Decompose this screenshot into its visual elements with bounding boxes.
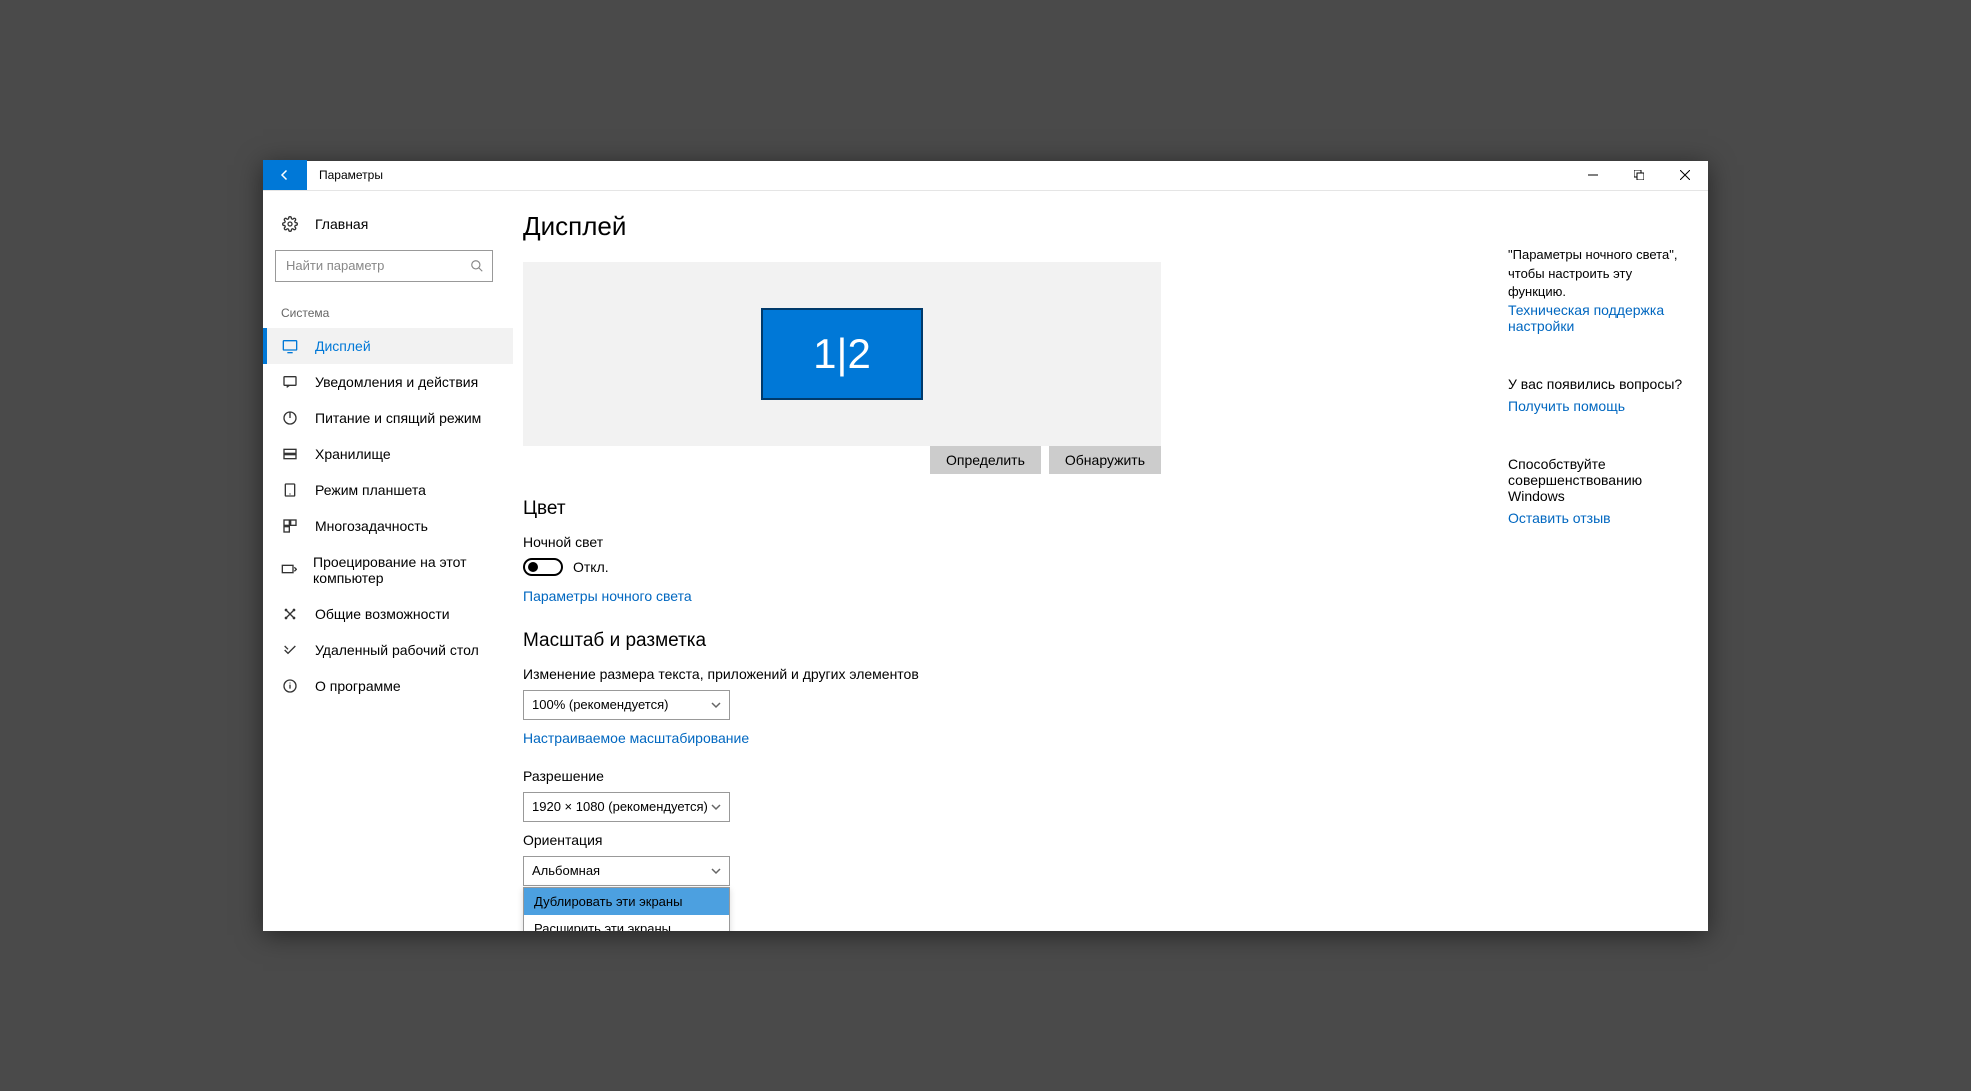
feedback-link[interactable]: Оставить отзыв bbox=[1508, 510, 1611, 526]
multi-option[interactable]: Дублировать эти экраны bbox=[524, 888, 729, 915]
power-icon bbox=[281, 410, 299, 426]
detect-button[interactable]: Обнаружить bbox=[1049, 446, 1161, 474]
minimize-button[interactable] bbox=[1570, 160, 1616, 190]
search-icon bbox=[470, 259, 484, 273]
close-button[interactable] bbox=[1662, 160, 1708, 190]
night-light-toggle-row: Откл. bbox=[523, 558, 1478, 576]
monitor-label: 1|2 bbox=[813, 330, 871, 378]
chevron-down-icon bbox=[711, 802, 721, 812]
custom-scale-link[interactable]: Настраиваемое масштабирование bbox=[523, 730, 749, 746]
resolution-label: Разрешение bbox=[523, 768, 1478, 784]
tablet-icon bbox=[281, 482, 299, 498]
search-wrap bbox=[263, 242, 513, 296]
sidebar-item-label: Общие возможности bbox=[315, 606, 450, 622]
sidebar-item-label: Хранилище bbox=[315, 446, 391, 462]
section-title: Система bbox=[263, 296, 513, 328]
monitor-icon bbox=[281, 338, 299, 354]
night-light-state: Откл. bbox=[573, 559, 609, 575]
orientation-value: Альбомная bbox=[532, 863, 600, 878]
multi-option[interactable]: Расширить эти экраны bbox=[524, 915, 729, 931]
project-icon bbox=[281, 562, 297, 578]
display-buttons-row: Определить Обнаружить bbox=[523, 446, 1161, 474]
sidebar-item-label: Проецирование на этот компьютер bbox=[313, 554, 495, 586]
settings-window: Параметры Главная bbox=[263, 161, 1708, 931]
sidebar: Главная Система Дисплей Уведомления и де… bbox=[263, 191, 513, 931]
storage-icon bbox=[281, 446, 299, 462]
sidebar-item-projecting[interactable]: Проецирование на этот компьютер bbox=[263, 544, 513, 596]
right-pane: "Параметры ночного света", чтобы настрои… bbox=[1508, 191, 1708, 931]
window-title: Параметры bbox=[319, 168, 383, 182]
body: Главная Система Дисплей Уведомления и де… bbox=[263, 191, 1708, 931]
sidebar-item-label: Многозадачность bbox=[315, 518, 428, 534]
hint-text: чтобы настроить эту функцию. bbox=[1508, 265, 1688, 300]
hint-text: "Параметры ночного света", bbox=[1508, 246, 1688, 264]
resolution-value: 1920 × 1080 (рекомендуется) bbox=[532, 799, 708, 814]
sidebar-item-label: О программе bbox=[315, 678, 401, 694]
sidebar-item-label: Уведомления и действия bbox=[315, 374, 478, 390]
page-title: Дисплей bbox=[523, 211, 1478, 242]
chat-icon bbox=[281, 374, 299, 390]
scale-label: Изменение размера текста, приложений и д… bbox=[523, 666, 1478, 682]
display-arrangement-area[interactable]: 1|2 bbox=[523, 262, 1161, 446]
titlebar: Параметры bbox=[263, 161, 1708, 191]
maximize-icon bbox=[1634, 170, 1644, 180]
resolution-dropdown[interactable]: 1920 × 1080 (рекомендуется) bbox=[523, 792, 730, 822]
scale-value: 100% (рекомендуется) bbox=[532, 697, 668, 712]
info-icon bbox=[281, 678, 299, 694]
sidebar-item-about[interactable]: О программе bbox=[263, 668, 513, 704]
minimize-icon bbox=[1588, 170, 1598, 180]
sidebar-item-remote[interactable]: Удаленный рабочий стол bbox=[263, 632, 513, 668]
chevron-down-icon bbox=[711, 700, 721, 710]
sidebar-item-display[interactable]: Дисплей bbox=[263, 328, 513, 364]
sidebar-item-shared[interactable]: Общие возможности bbox=[263, 596, 513, 632]
night-light-label: Ночной свет bbox=[523, 534, 1478, 550]
search-input[interactable] bbox=[276, 251, 492, 281]
sidebar-item-multitasking[interactable]: Многозадачность bbox=[263, 508, 513, 544]
identify-button[interactable]: Определить bbox=[930, 446, 1041, 474]
get-help-link[interactable]: Получить помощь bbox=[1508, 398, 1625, 414]
toggle-knob bbox=[528, 562, 538, 572]
arrow-left-icon bbox=[276, 166, 294, 184]
sidebar-item-label: Дисплей bbox=[315, 338, 371, 354]
multitask-icon bbox=[281, 518, 299, 534]
monitor-tile[interactable]: 1|2 bbox=[761, 308, 923, 400]
share-icon bbox=[281, 606, 299, 622]
sidebar-item-storage[interactable]: Хранилище bbox=[263, 436, 513, 472]
scale-heading: Масштаб и разметка bbox=[523, 630, 1478, 652]
home-label: Главная bbox=[315, 216, 368, 232]
color-heading: Цвет bbox=[523, 498, 1478, 520]
maximize-button[interactable] bbox=[1616, 160, 1662, 190]
chevron-down-icon bbox=[711, 866, 721, 876]
scale-dropdown[interactable]: 100% (рекомендуется) bbox=[523, 690, 730, 720]
back-button[interactable] bbox=[263, 160, 307, 190]
orientation-dropdown[interactable]: Альбомная bbox=[523, 856, 730, 886]
multiple-displays-dropdown-open[interactable]: Дублировать эти экраны Расширить эти экр… bbox=[523, 887, 730, 931]
gear-icon bbox=[281, 216, 299, 232]
home-button[interactable]: Главная bbox=[263, 206, 513, 242]
night-light-toggle[interactable] bbox=[523, 558, 563, 576]
sidebar-item-power[interactable]: Питание и спящий режим bbox=[263, 400, 513, 436]
improve-heading: Способствуйте совершенствованию Windows bbox=[1508, 456, 1688, 504]
main-content: Дисплей 1|2 Определить Обнаружить Цвет Н… bbox=[513, 191, 1508, 931]
sidebar-item-label: Удаленный рабочий стол bbox=[315, 642, 479, 658]
questions-heading: У вас появились вопросы? bbox=[1508, 376, 1688, 392]
sidebar-item-label: Питание и спящий режим bbox=[315, 410, 481, 426]
sidebar-item-label: Режим планшета bbox=[315, 482, 426, 498]
window-controls bbox=[1570, 160, 1708, 190]
orientation-label: Ориентация bbox=[523, 832, 1478, 848]
search-box[interactable] bbox=[275, 250, 493, 282]
remote-icon bbox=[281, 642, 299, 658]
support-link[interactable]: Техническая поддержка настройки bbox=[1508, 302, 1688, 334]
night-light-settings-link[interactable]: Параметры ночного света bbox=[523, 588, 692, 604]
sidebar-item-tablet[interactable]: Режим планшета bbox=[263, 472, 513, 508]
close-icon bbox=[1680, 170, 1690, 180]
sidebar-item-notifications[interactable]: Уведомления и действия bbox=[263, 364, 513, 400]
